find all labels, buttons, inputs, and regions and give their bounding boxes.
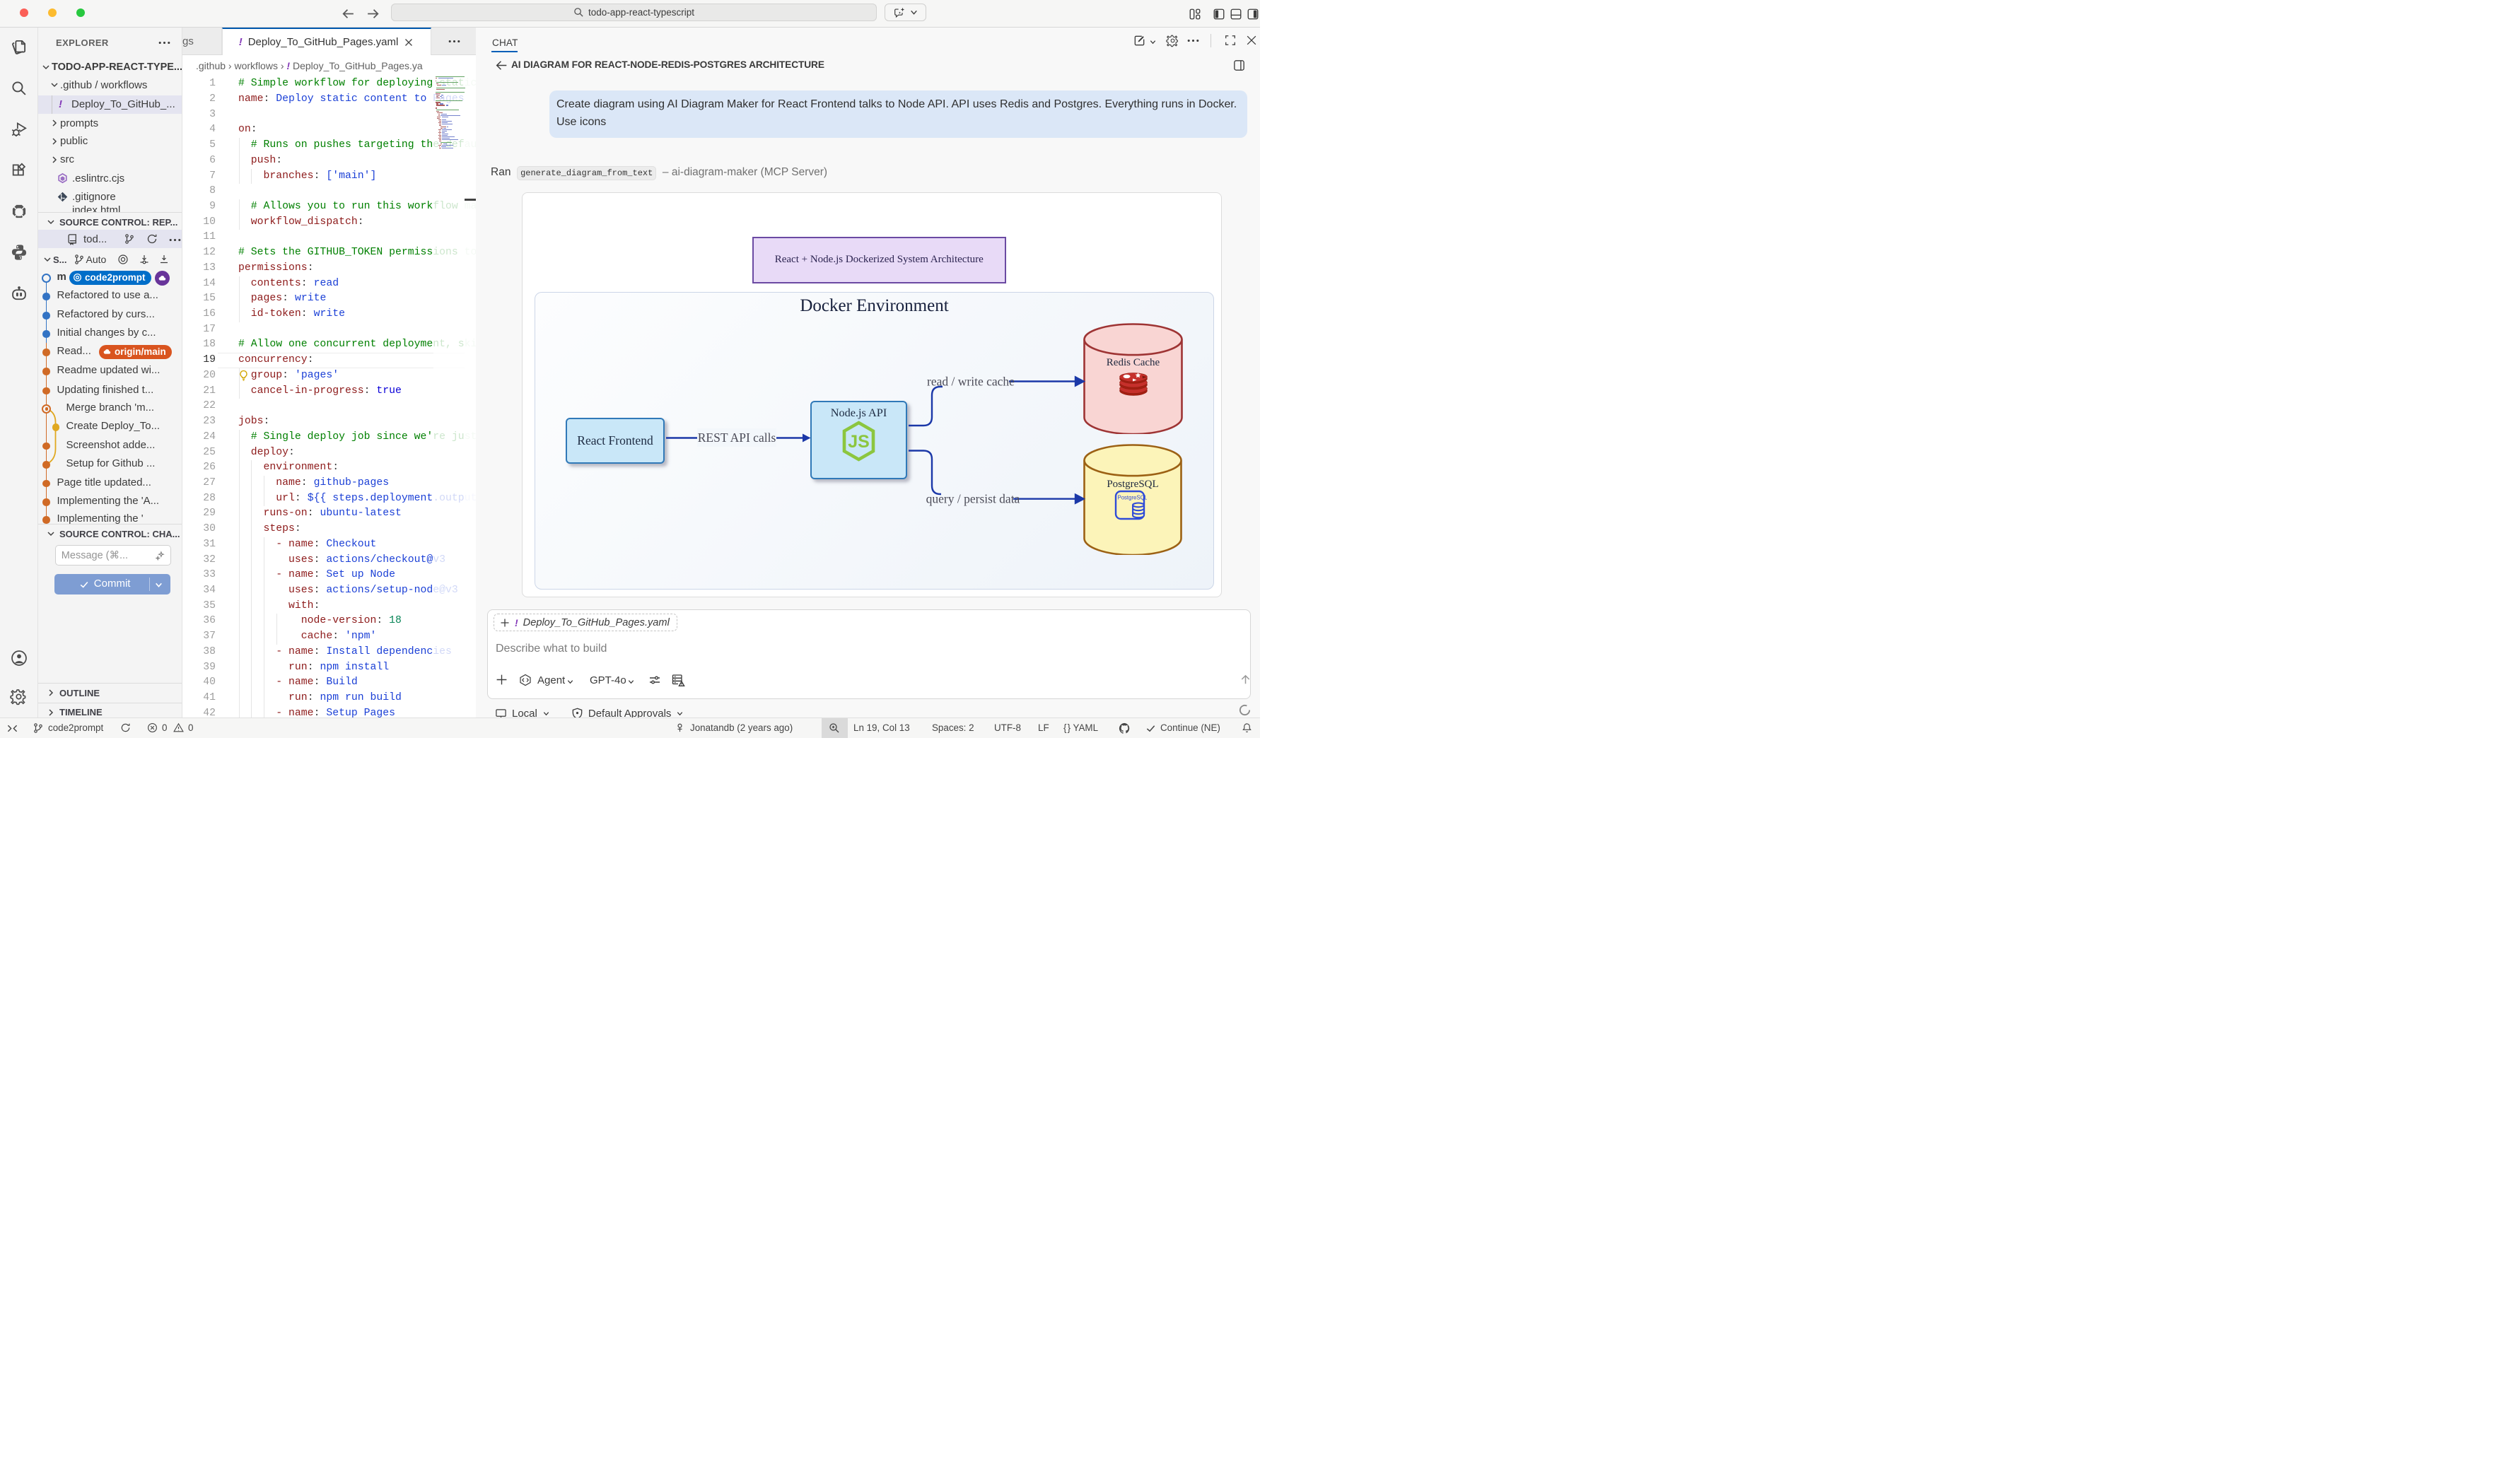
- svg-text:REST API calls: REST API calls: [697, 430, 776, 445]
- svg-text:read / write cache: read / write cache: [927, 375, 1015, 389]
- svg-text:query / persist data: query / persist data: [926, 492, 1020, 506]
